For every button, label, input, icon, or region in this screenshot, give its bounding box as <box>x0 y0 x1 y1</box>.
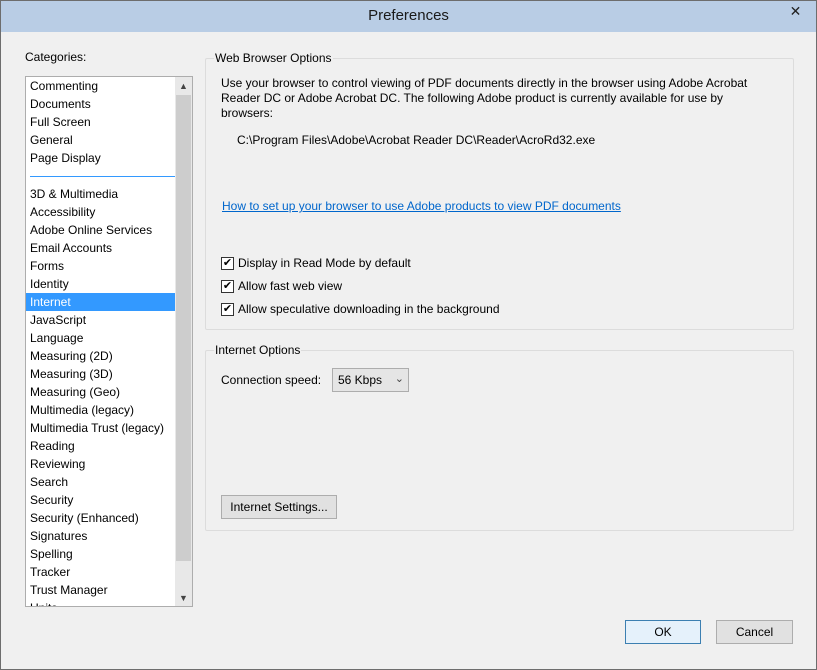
category-item[interactable]: Measuring (2D) <box>26 347 175 365</box>
category-item[interactable]: Identity <box>26 275 175 293</box>
category-item[interactable]: Trust Manager <box>26 581 175 599</box>
category-item[interactable]: 3D & Multimedia <box>26 185 175 203</box>
scroll-thumb[interactable] <box>176 95 191 561</box>
category-item[interactable]: Documents <box>26 95 175 113</box>
category-item[interactable]: Email Accounts <box>26 239 175 257</box>
category-item[interactable]: Measuring (3D) <box>26 365 175 383</box>
categories-items: Commenting Documents Full Screen General Pag… <box>26 77 175 606</box>
fast-web-view-checkbox[interactable]: ✔ <box>221 279 234 293</box>
fast-web-view-label: Allow fast web view <box>238 279 343 293</box>
read-mode-label: Display in Read Mode by default <box>238 256 411 270</box>
category-item[interactable]: Full Screen <box>26 113 175 131</box>
category-item[interactable]: Signatures <box>26 527 175 545</box>
category-item[interactable]: General <box>26 131 175 149</box>
fast-web-view-option[interactable]: ✔ Allow fast web view <box>221 279 342 293</box>
category-item[interactable]: Multimedia (legacy) <box>26 401 175 419</box>
category-item[interactable]: Security <box>26 491 175 509</box>
category-item[interactable]: Forms <box>26 257 175 275</box>
speculative-download-option[interactable]: ✔ Allow speculative downloading in the b… <box>221 302 500 316</box>
browser-description: Use your browser to control viewing of P… <box>221 76 748 120</box>
category-item[interactable]: Reviewing <box>26 455 175 473</box>
close-button[interactable]: ✕ <box>779 1 812 22</box>
connection-speed-value: 56 Kbps <box>338 373 383 387</box>
preferences-dialog: Preferences ✕ Categories: Commenting Docu… <box>0 0 817 670</box>
internet-options-group: Internet Options Connection speed: 56 Kb… <box>205 343 794 531</box>
web-browser-options-title: Web Browser Options <box>214 51 333 65</box>
category-item[interactable]: Search <box>26 473 175 491</box>
category-item[interactable]: Accessibility <box>26 203 175 221</box>
scroll-down-arrow-icon[interactable]: ▼ <box>175 589 192 606</box>
categories-label: Categories: <box>25 50 87 64</box>
scroll-up-arrow-icon[interactable]: ▲ <box>175 77 192 94</box>
category-item[interactable]: Language <box>26 329 175 347</box>
category-item[interactable]: Spelling <box>26 545 175 563</box>
category-item[interactable]: Reading <box>26 437 175 455</box>
internet-settings-button[interactable]: Internet Settings... <box>221 495 337 519</box>
internet-options-title: Internet Options <box>214 343 302 357</box>
title-bar: Preferences ✕ <box>1 1 816 32</box>
speculative-download-checkbox[interactable]: ✔ <box>221 302 234 316</box>
category-item[interactable]: Adobe Online Services <box>26 221 175 239</box>
category-item[interactable]: Multimedia Trust (legacy) <box>26 419 175 437</box>
speculative-download-label: Allow speculative downloading in the bac… <box>238 302 500 316</box>
close-icon: ✕ <box>789 3 802 19</box>
chevron-down-icon: ⌄ <box>394 373 404 385</box>
category-item[interactable]: Internet <box>26 293 175 311</box>
ok-button[interactable]: OK <box>625 620 701 644</box>
web-browser-options-group: Web Browser Options Use your browser to … <box>205 51 794 330</box>
connection-speed-label: Connection speed: <box>221 373 322 387</box>
reader-path: C:\Program Files\Adobe\Acrobat Reader DC… <box>237 133 596 147</box>
category-item[interactable]: Measuring (Geo) <box>26 383 175 401</box>
dialog-title: Preferences <box>368 7 449 24</box>
category-item[interactable]: JavaScript <box>26 311 175 329</box>
read-mode-option[interactable]: ✔ Display in Read Mode by default <box>221 256 411 270</box>
category-item[interactable]: Security (Enhanced) <box>26 509 175 527</box>
category-item[interactable]: Units <box>26 599 175 606</box>
read-mode-checkbox[interactable]: ✔ <box>221 256 234 270</box>
category-item[interactable]: Tracker <box>26 563 175 581</box>
category-separator <box>26 167 175 185</box>
connection-speed-select[interactable]: 56 Kbps ⌄ <box>332 368 409 392</box>
category-item[interactable]: Page Display <box>26 149 175 167</box>
category-item[interactable]: Commenting <box>26 77 175 95</box>
categories-scrollbar[interactable]: ▲ ▼ <box>175 77 192 606</box>
categories-list[interactable]: Commenting Documents Full Screen General Pag… <box>25 76 193 607</box>
browser-setup-link[interactable]: How to set up your browser to use Adobe … <box>222 199 621 213</box>
cancel-button[interactable]: Cancel <box>716 620 793 644</box>
